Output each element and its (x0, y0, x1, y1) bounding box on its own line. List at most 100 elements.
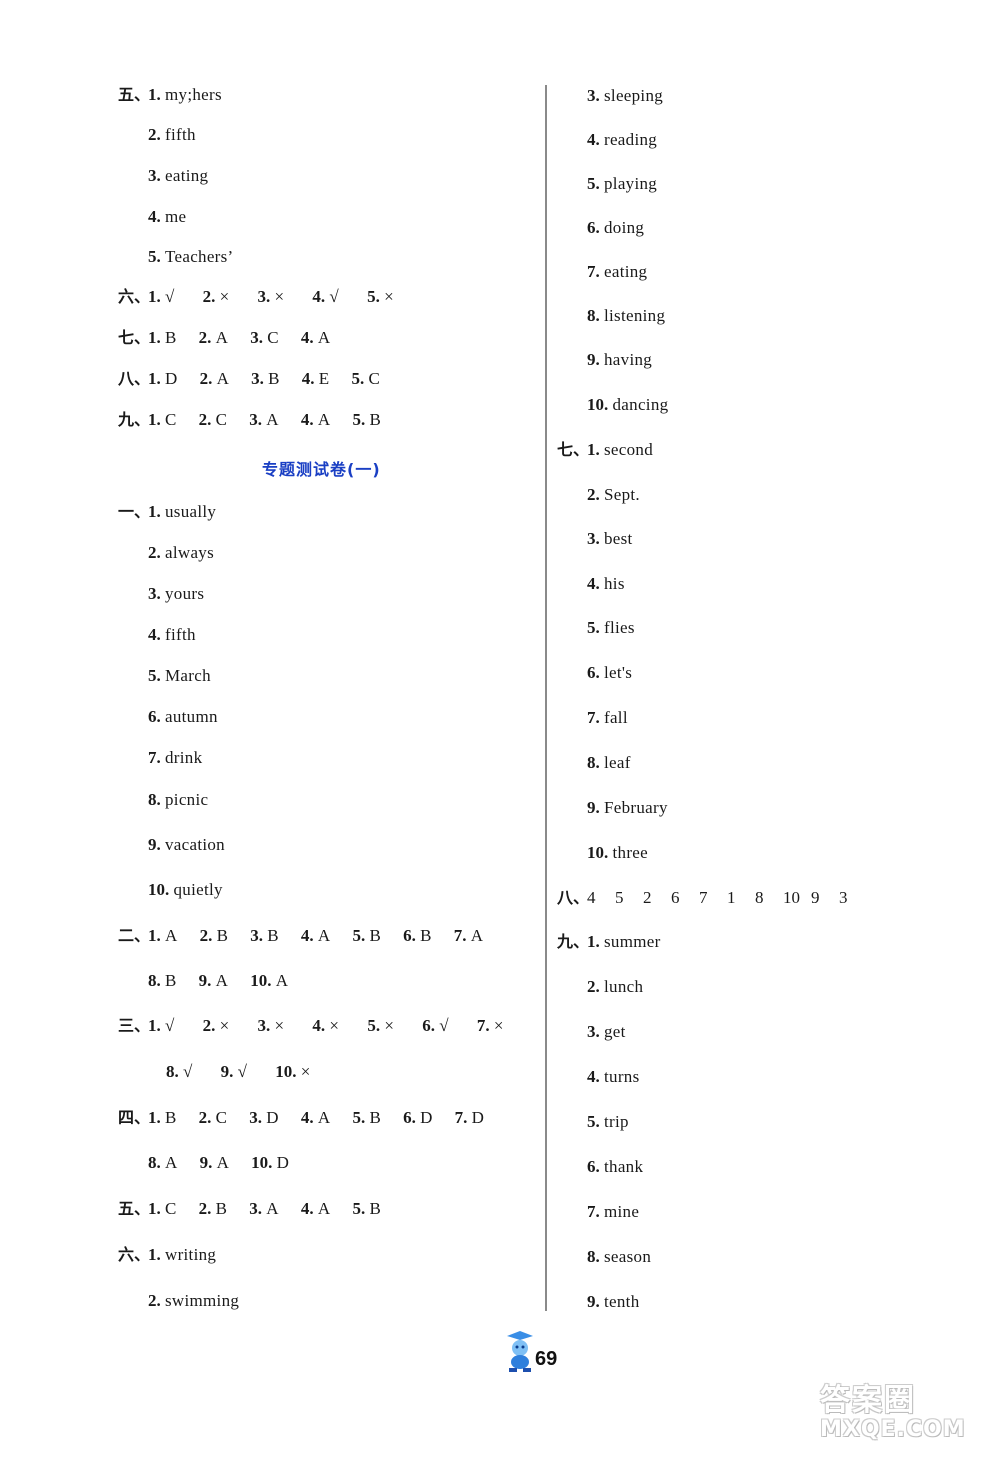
answer-item: 10. A (250, 970, 288, 992)
question-number: 4. (587, 130, 600, 149)
answer-text: leaf (604, 753, 631, 772)
answer-text: × (384, 1016, 395, 1035)
question-number: 4. (312, 1016, 326, 1035)
question-number: 4. (587, 1067, 600, 1086)
question-number: 5. (352, 410, 366, 429)
question-number: 5. (148, 247, 161, 266)
answer-text: turns (604, 1067, 640, 1086)
answer-item: 9. A (200, 1152, 230, 1174)
answer-text: summer (604, 932, 661, 951)
question-number: 4. (300, 1199, 314, 1218)
answer-item: 4. A (301, 925, 331, 947)
answer-text: × (493, 1016, 504, 1035)
answer-text: B (216, 926, 229, 945)
answer-item: 2. A (200, 368, 230, 390)
answer-line: 2. Sept. (557, 484, 640, 506)
answer-text: fifth (165, 625, 196, 644)
question-number: 3. (587, 529, 600, 548)
answer-text: trip (604, 1112, 629, 1131)
answer-item: 5. Teachers’ (148, 247, 234, 266)
question-number: 9. (199, 1153, 213, 1172)
question-number: 7. (454, 1108, 468, 1127)
page-number: 69 (535, 1348, 558, 1370)
question-number: 1. (587, 932, 600, 951)
answer-text: B (420, 926, 432, 945)
answer-line: 9. February (557, 797, 668, 819)
answer-item: 4. turns (587, 1067, 640, 1086)
answer-item: 6. let's (587, 663, 632, 682)
answer-text: B (165, 971, 177, 990)
question-number: 6. (148, 707, 161, 726)
section-number: 九、 (557, 932, 590, 951)
answer-line: 8. √ 9. √ 10. × (118, 1061, 339, 1083)
answer-text: my;hers (165, 85, 222, 104)
answer-item: 3. get (587, 1022, 626, 1041)
answer-line: 一、1. usually (118, 501, 216, 523)
answer-item: 5. B (352, 925, 381, 947)
answer-item: 5. B (352, 409, 381, 431)
answer-item: 9. tenth (587, 1292, 640, 1311)
section-number: 五、 (118, 85, 151, 104)
answer-text: mine (604, 1202, 640, 1221)
watermark-en: MXQE.COM (820, 1417, 966, 1442)
answer-item: 6. autumn (148, 707, 218, 726)
section-number: 八、 (118, 369, 151, 388)
question-number: 7. (587, 708, 600, 727)
answer-item: 5. playing (587, 174, 657, 193)
question-number: 1. (148, 1199, 161, 1218)
question-number: 8. (587, 753, 600, 772)
answer-line: 八、4 5 2 6 7 1 8 10 9 3 (557, 887, 867, 909)
answer-item: 8. B (148, 970, 177, 992)
answer-line: 2. always (118, 542, 214, 564)
question-number: 5. (352, 926, 366, 945)
answer-item: 1. usually (148, 502, 216, 521)
answer-item: 2. swimming (148, 1291, 239, 1310)
answer-item: 4. fifth (148, 625, 196, 644)
answer-item: 1. second (587, 440, 653, 459)
answer-line: 4. me (118, 206, 186, 228)
answer-text: √ (439, 1016, 449, 1035)
question-number: 9. (198, 971, 212, 990)
answer-line: 8. picnic (118, 789, 208, 811)
question-number: 2. (148, 1291, 161, 1310)
question-number: 5. (351, 369, 365, 388)
answer-line: 8. season (557, 1246, 651, 1268)
question-number: 1. (148, 410, 161, 429)
answer-item: 9. February (587, 798, 668, 817)
answer-text: A (317, 926, 331, 945)
question-number: 5. (367, 287, 380, 306)
answer-text: A (165, 1153, 178, 1172)
section-number: 七、 (118, 328, 151, 347)
question-number: 10. (250, 971, 272, 990)
answer-line: 5. Teachers’ (118, 246, 234, 268)
answer-line: 6. thank (557, 1156, 643, 1178)
answer-item: 2. C (199, 409, 228, 431)
question-number: 7. (587, 262, 600, 281)
answer-item: 1. summer (587, 932, 661, 951)
order-number: 1 (727, 888, 736, 907)
question-number: 1. (148, 1108, 161, 1127)
question-number: 1. (148, 369, 161, 388)
answer-line: 6. doing (557, 217, 644, 239)
answer-line: 7. drink (118, 747, 202, 769)
answer-item: 8. listening (587, 306, 665, 325)
answer-text: A (165, 926, 178, 945)
answer-item: 3. C (250, 327, 279, 349)
question-number: 2. (587, 485, 600, 504)
answer-text: get (604, 1022, 626, 1041)
answer-line: 7. eating (557, 261, 647, 283)
answer-text: B (267, 926, 279, 945)
answer-text: C (165, 410, 177, 429)
question-number: 9. (220, 1062, 234, 1081)
answer-text: E (318, 369, 330, 388)
question-number: 2. (202, 1016, 216, 1035)
answer-text: B (369, 1108, 382, 1127)
section-number: 一、 (118, 502, 151, 521)
answer-item: 6. B (403, 925, 432, 947)
answer-text: listening (604, 306, 666, 325)
question-number: 4. (300, 1108, 314, 1127)
answer-item: 1. A (148, 925, 178, 947)
question-number: 5. (587, 618, 600, 637)
answer-text: A (317, 1108, 331, 1127)
answer-item: 3. B (250, 925, 279, 947)
